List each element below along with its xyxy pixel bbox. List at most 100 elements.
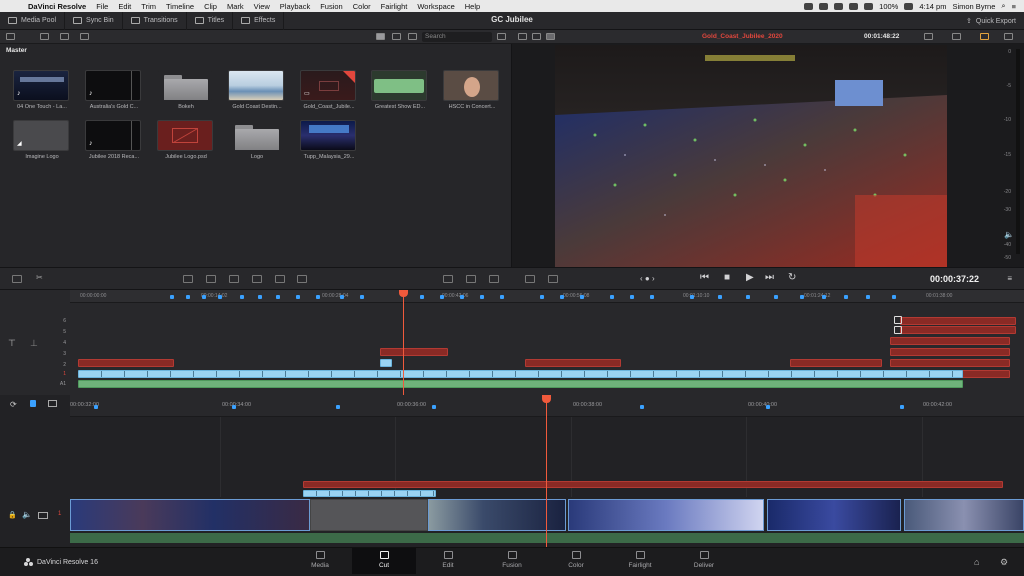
marker[interactable] <box>500 295 504 299</box>
upper-playhead[interactable] <box>403 292 404 395</box>
track-options-icon[interactable]: ⊥ <box>30 338 38 349</box>
marker[interactable] <box>580 295 584 299</box>
clip-item[interactable]: Bokeh <box>157 70 215 110</box>
upper-ruler[interactable]: 00:00:00:00 00:00:14:02 00:00:28:04 00:0… <box>70 290 1024 303</box>
playhead-handle[interactable] <box>542 395 551 403</box>
list-view-icon[interactable] <box>408 33 417 40</box>
page-cut[interactable]: Cut <box>352 548 416 574</box>
clip-item[interactable]: ♪ Jubilee 2018 Reca... <box>85 120 143 160</box>
menu-trim[interactable]: Trim <box>141 2 156 11</box>
clip-item[interactable]: Tupp_Malaysia_29... <box>300 120 358 160</box>
sync-bin-button[interactable]: Sync Bin <box>65 11 123 30</box>
tray-icon[interactable] <box>834 2 844 10</box>
go-to-start-icon[interactable]: ⏮ <box>700 272 709 283</box>
clip-box[interactable] <box>894 316 902 324</box>
play-icon[interactable]: ▶ <box>746 272 754 283</box>
panel-toggle-icon[interactable] <box>6 33 15 40</box>
monitor-icon[interactable] <box>38 512 48 519</box>
video-clip[interactable] <box>904 499 1024 531</box>
audio-track-a1[interactable] <box>78 380 963 388</box>
audio-mode-icon[interactable] <box>466 275 476 283</box>
marker[interactable] <box>630 295 634 299</box>
marker[interactable] <box>766 405 770 409</box>
clip-item[interactable]: Jubilee Logo.psd <box>157 120 215 160</box>
menu-mark[interactable]: Mark <box>227 2 244 11</box>
menu-icon[interactable]: ≡ <box>1007 274 1012 283</box>
marker[interactable] <box>202 295 206 299</box>
close-up-icon[interactable] <box>252 275 262 283</box>
marker[interactable] <box>258 295 262 299</box>
upper-timeline[interactable]: 00:00:00:00 00:00:14:02 00:00:28:04 00:0… <box>0 290 1024 395</box>
marker[interactable] <box>316 295 320 299</box>
match-frame-icon[interactable] <box>443 275 453 283</box>
go-to-end-icon[interactable]: ⏭ <box>765 272 774 283</box>
clock[interactable]: 4:14 pm <box>919 2 946 11</box>
marker[interactable] <box>900 405 904 409</box>
menu-playback[interactable]: Playback <box>280 2 310 11</box>
marker[interactable] <box>432 405 436 409</box>
lower-playhead[interactable] <box>546 399 547 547</box>
marker[interactable] <box>610 295 614 299</box>
video-clip[interactable] <box>70 499 310 531</box>
wifi-icon[interactable] <box>849 2 859 10</box>
marker[interactable] <box>866 295 870 299</box>
source-clip-icon[interactable] <box>518 33 527 40</box>
marker[interactable] <box>774 295 778 299</box>
strip-view-icon[interactable] <box>392 33 401 40</box>
marker[interactable] <box>218 295 222 299</box>
link-icon[interactable] <box>80 33 89 40</box>
marker[interactable] <box>170 295 174 299</box>
marker[interactable] <box>746 295 750 299</box>
bin-icon[interactable] <box>60 33 69 40</box>
titles-button[interactable]: Titles <box>187 11 234 30</box>
menu-help[interactable]: Help <box>465 2 480 11</box>
clip-item[interactable]: ♪ Australia's Gold C... <box>85 70 143 110</box>
tools-icon[interactable] <box>924 33 933 40</box>
timeline-viewer-icon[interactable] <box>546 33 555 40</box>
menu-file[interactable]: File <box>96 2 108 11</box>
marker[interactable] <box>440 295 444 299</box>
marker[interactable] <box>718 295 722 299</box>
settings-icon[interactable]: ⚙ <box>1000 557 1008 568</box>
marker[interactable] <box>640 405 644 409</box>
title-clip[interactable] <box>380 348 448 356</box>
page-deliver[interactable]: Deliver <box>672 551 736 569</box>
battery-percent[interactable]: 100% <box>879 2 898 11</box>
playhead-handle[interactable] <box>399 290 408 297</box>
marker[interactable] <box>690 295 694 299</box>
menu-clip[interactable]: Clip <box>204 2 217 11</box>
title-clip[interactable] <box>890 348 1010 356</box>
search-input[interactable]: Search <box>422 32 492 42</box>
title-clip[interactable] <box>890 337 1010 345</box>
lock-icon[interactable]: 🔒 <box>8 511 17 519</box>
marker[interactable] <box>540 295 544 299</box>
home-icon[interactable]: ⌂ <box>974 557 979 567</box>
marker[interactable] <box>650 295 654 299</box>
marker[interactable] <box>800 295 804 299</box>
clip-item[interactable]: Logo <box>228 120 286 160</box>
tray-icon[interactable] <box>819 2 829 10</box>
marker[interactable] <box>360 295 364 299</box>
page-fusion[interactable]: Fusion <box>480 551 544 569</box>
marker[interactable] <box>240 295 244 299</box>
smart-insert-icon[interactable] <box>183 275 193 283</box>
title-clip[interactable] <box>790 359 882 367</box>
menu-timeline[interactable]: Timeline <box>166 2 194 11</box>
page-edit[interactable]: Edit <box>416 551 480 569</box>
menu-view[interactable]: View <box>254 2 270 11</box>
viewer-image[interactable] <box>555 45 947 267</box>
marker[interactable] <box>560 295 564 299</box>
clip-item[interactable]: Gold Coast Destin... <box>228 70 286 110</box>
battery-icon[interactable] <box>904 2 914 10</box>
snap-icon[interactable]: ⟳ <box>10 400 17 409</box>
source-tape-icon[interactable] <box>532 33 541 40</box>
video-clip[interactable] <box>568 499 764 531</box>
video-clip[interactable] <box>767 499 901 531</box>
marker[interactable] <box>822 295 826 299</box>
user-name[interactable]: Simon Byrne <box>952 2 995 11</box>
search-icon[interactable]: ⌕ <box>1001 1 1005 11</box>
append-icon[interactable] <box>206 275 216 283</box>
marker-icon[interactable] <box>30 400 36 407</box>
options-icon[interactable] <box>497 33 506 40</box>
place-on-top-icon[interactable] <box>275 275 285 283</box>
